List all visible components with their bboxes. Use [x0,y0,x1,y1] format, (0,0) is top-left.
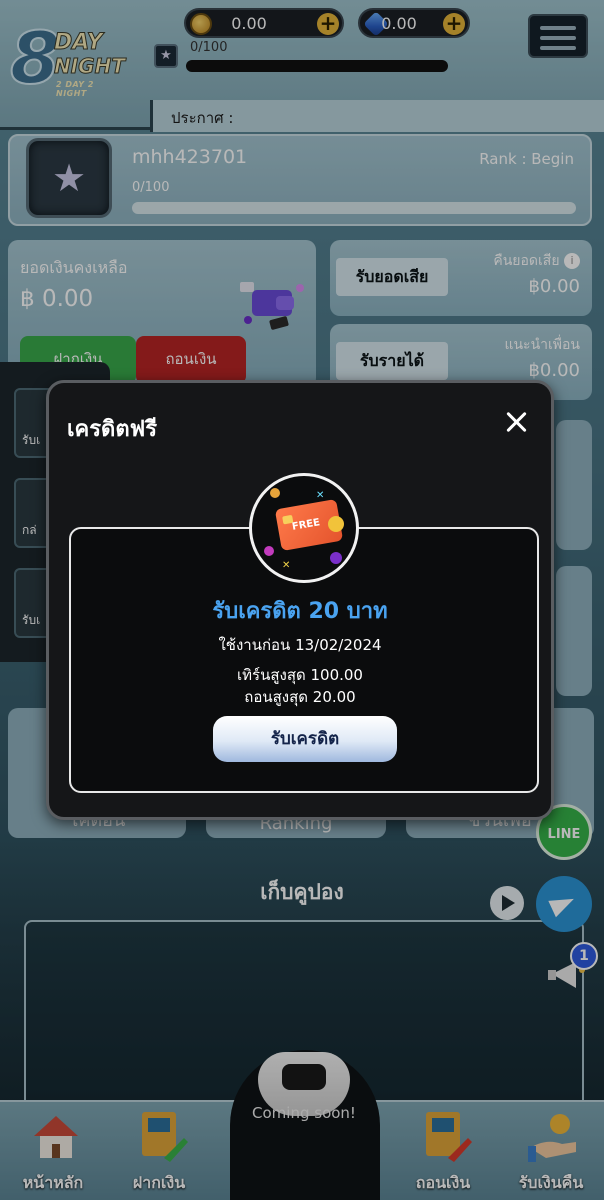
sparkle-icon: ✕ [282,560,291,571]
sparkle-icon: ✕ [316,490,325,501]
claim-credit-button[interactable]: รับเครดิต [213,716,397,762]
free-card-text: FREE [291,517,321,533]
free-credit-modal: เครดิตฟรี FREE ✕ ✕ รับเครดิต 20 บาท ใช้ง… [46,380,554,820]
reward-title: รับเครดิต 20 บาท [212,599,388,624]
expiry-text: ใช้งานก่อน 13/02/2024 [218,636,382,654]
close-icon[interactable] [503,409,531,437]
modal-title: เครดิตฟรี [67,417,158,442]
free-card-icon: FREE ✕ ✕ [249,473,359,583]
max-turnover-text: เทิร์นสูงสุด 100.00 [237,666,363,684]
max-withdraw-text: ถอนสูงสุด 20.00 [244,688,356,706]
